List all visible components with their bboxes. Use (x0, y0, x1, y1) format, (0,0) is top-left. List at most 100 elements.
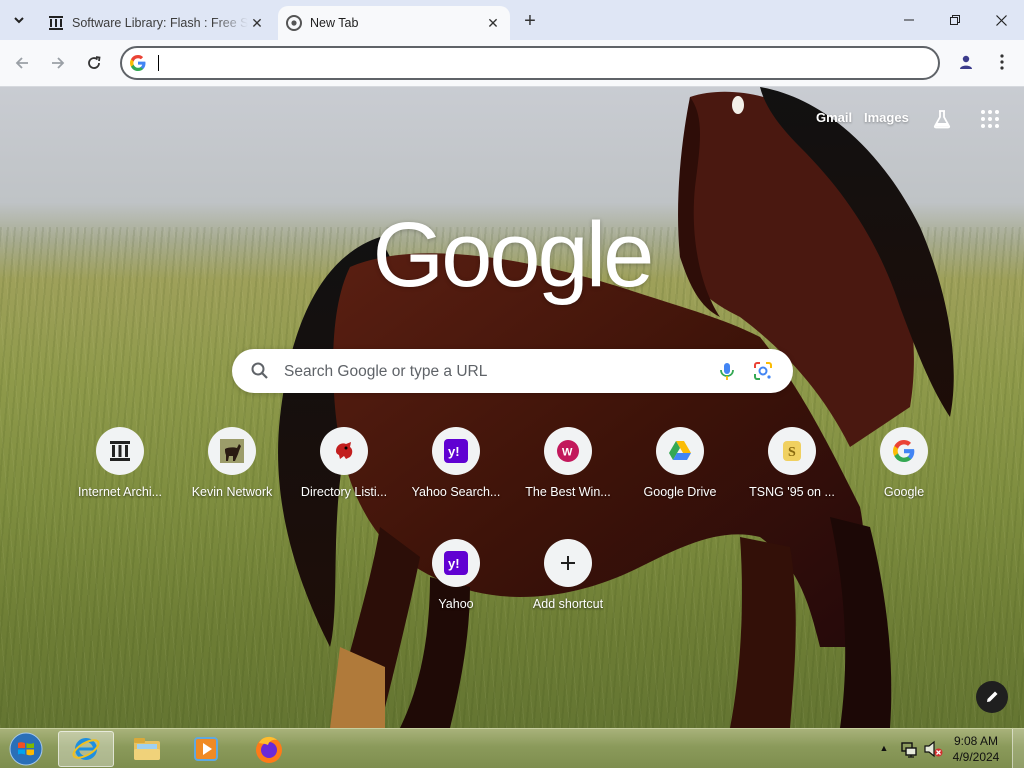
text-caret (158, 55, 159, 71)
google-lens-icon[interactable] (752, 360, 774, 382)
search-icon (251, 362, 268, 379)
tsng-icon: S (768, 427, 816, 475)
reload-button[interactable] (81, 50, 107, 76)
yahoo-icon: y! (432, 539, 480, 587)
new-tab-button[interactable]: + (518, 9, 542, 33)
windows-taskbar: ▲ 9:08 AM 4/9/2024 (0, 728, 1024, 768)
address-input[interactable] (156, 52, 916, 74)
restore-button[interactable] (932, 0, 978, 40)
shortcut-label: The Best Win... (525, 485, 611, 499)
images-link[interactable]: Images (864, 110, 909, 125)
shortcut-label: Yahoo Search... (411, 485, 501, 499)
search-placeholder: Search Google or type a URL (284, 363, 488, 380)
taskbar-media-player[interactable] (178, 731, 234, 767)
browser-toolbar (0, 40, 1024, 87)
shortcut-tsng-95[interactable]: S TSNG '95 on ... (736, 423, 848, 529)
taskbar-firefox[interactable] (241, 731, 297, 767)
browser-menu-button[interactable] (990, 50, 1014, 74)
forward-button[interactable] (45, 50, 71, 76)
svg-text:W: W (562, 447, 573, 459)
shortcut-label: Internet Archi... (77, 485, 163, 499)
close-window-button[interactable] (978, 0, 1024, 40)
minimize-icon (904, 19, 914, 21)
shortcut-label: Yahoo (438, 597, 474, 611)
windows-logo-icon (9, 732, 43, 766)
plus-icon (544, 539, 592, 587)
apps-grid-icon (981, 110, 999, 128)
taskbar-internet-explorer[interactable] (58, 731, 114, 767)
shortcut-google-drive[interactable]: Google Drive (624, 423, 736, 529)
volume-muted-icon[interactable] (923, 740, 943, 758)
google-apps-button[interactable] (978, 107, 1002, 131)
archive-icon (48, 15, 64, 31)
person-icon (960, 55, 972, 69)
minimize-button[interactable] (886, 0, 932, 40)
search-labs-button[interactable] (930, 107, 954, 131)
back-button[interactable] (9, 50, 35, 76)
ntp-search-box[interactable]: Search Google or type a URL (232, 349, 793, 393)
address-bar[interactable] (120, 46, 940, 80)
profile-button[interactable] (954, 50, 978, 74)
show-desktop-button[interactable] (1012, 729, 1024, 768)
triangle-up-icon: ▲ (879, 743, 889, 753)
tab-title: New Tab (310, 16, 359, 30)
clock-date: 4/9/2024 (952, 750, 1000, 764)
more-vertical-icon (1000, 54, 1004, 70)
taskbar-file-explorer[interactable] (119, 731, 175, 767)
add-shortcut-button[interactable]: Add shortcut (512, 535, 624, 641)
chevron-down-icon (14, 16, 24, 23)
shortcut-label: Add shortcut (532, 597, 604, 611)
shortcut-label: TSNG '95 on ... (749, 485, 835, 499)
shortcut-kevin-network[interactable]: Kevin Network (176, 423, 288, 529)
arrow-left-icon (15, 57, 28, 69)
close-tab-icon[interactable]: ✕ (248, 14, 266, 32)
tab-software-library[interactable]: Software Library: Flash : Free So ✕ (40, 6, 274, 40)
red-dragon-icon (320, 427, 368, 475)
tab-strip: Software Library: Flash : Free So ✕ New … (0, 0, 1024, 40)
microphone-icon[interactable] (716, 360, 738, 382)
reload-icon (88, 56, 101, 69)
restore-icon (950, 15, 960, 25)
yahoo-icon: y! (432, 427, 480, 475)
tab-title: Software Library: Flash : Free So (72, 16, 248, 30)
shortcut-yahoo[interactable]: y! Yahoo (400, 535, 512, 641)
tab-new-tab[interactable]: New Tab ✕ (278, 6, 510, 40)
shortcut-google[interactable]: Google (848, 423, 960, 529)
shortcut-label: Kevin Network (191, 485, 273, 499)
shortcut-label: Google (883, 485, 925, 499)
svg-text:y!: y! (448, 444, 460, 459)
new-tab-page: Gmail Images Google Search Google or typ… (0, 87, 1024, 728)
horse-thumbnail-icon (208, 427, 256, 475)
close-icon (995, 14, 1007, 26)
google-logo: Google (372, 204, 655, 306)
archive-icon (96, 427, 144, 475)
shortcut-internet-archive[interactable]: Internet Archi... (64, 423, 176, 529)
svg-text:S: S (788, 445, 796, 460)
customize-chrome-button[interactable] (976, 681, 1008, 713)
chrome-icon (286, 15, 302, 31)
close-tab-icon[interactable]: ✕ (484, 14, 502, 32)
folder-icon (134, 738, 160, 760)
internet-explorer-icon (72, 738, 100, 760)
shortcut-directory-listing[interactable]: Directory Listi... (288, 423, 400, 529)
tab-search-button[interactable] (8, 9, 30, 31)
gmail-link[interactable]: Gmail (816, 110, 852, 125)
clock-time: 9:08 AM (953, 734, 999, 748)
plus-icon: + (524, 9, 536, 32)
start-button[interactable] (7, 731, 45, 767)
shortcut-label: Directory Listi... (300, 485, 388, 499)
google-g-icon (880, 427, 928, 475)
show-hidden-icons-button[interactable]: ▲ (878, 741, 890, 755)
flask-icon (933, 110, 951, 129)
w-icon: W (544, 427, 592, 475)
shortcut-the-best-windows[interactable]: W The Best Win... (512, 423, 624, 529)
google-drive-icon (656, 427, 704, 475)
media-player-icon (194, 737, 218, 761)
firefox-icon (256, 736, 282, 763)
google-g-icon (130, 55, 146, 71)
shortcut-yahoo-search[interactable]: y! Yahoo Search... (400, 423, 512, 529)
pencil-icon (987, 691, 998, 702)
system-clock[interactable]: 9:08 AM 4/9/2024 (948, 733, 1004, 765)
shortcut-label: Google Drive (643, 485, 717, 499)
network-icon[interactable] (900, 740, 918, 758)
